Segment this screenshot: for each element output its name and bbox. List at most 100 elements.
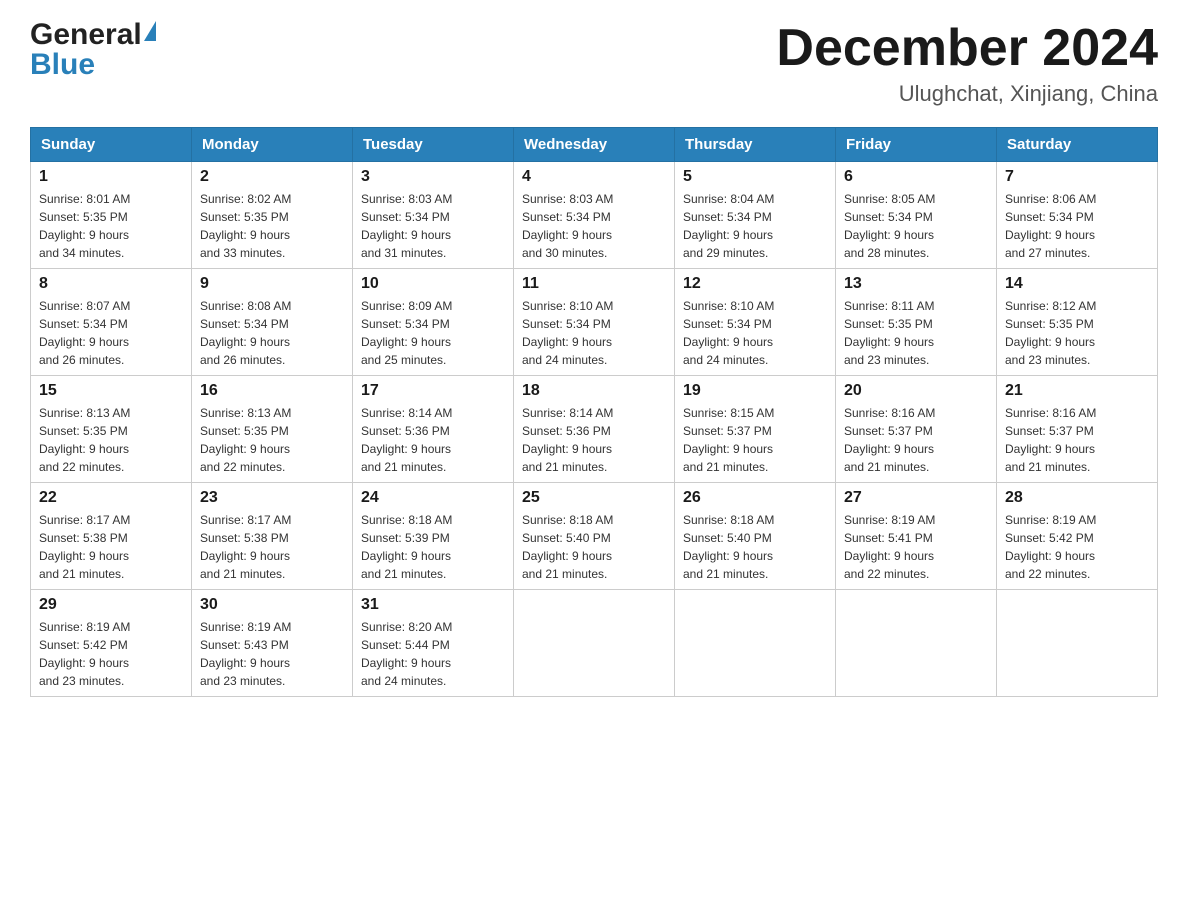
day-number: 27	[844, 489, 988, 507]
header-monday: Monday	[192, 128, 353, 162]
day-info: Sunrise: 8:18 AMSunset: 5:40 PMDaylight:…	[683, 511, 827, 583]
table-row: 22 Sunrise: 8:17 AMSunset: 5:38 PMDayligh…	[31, 483, 192, 590]
day-info: Sunrise: 8:15 AMSunset: 5:37 PMDaylight:…	[683, 404, 827, 476]
day-number: 11	[522, 275, 666, 293]
table-row: 30 Sunrise: 8:19 AMSunset: 5:43 PMDayligh…	[192, 590, 353, 697]
week-row-2: 8 Sunrise: 8:07 AMSunset: 5:34 PMDaylight…	[31, 269, 1158, 376]
day-info: Sunrise: 8:18 AMSunset: 5:39 PMDaylight:…	[361, 511, 505, 583]
table-row: 14 Sunrise: 8:12 AMSunset: 5:35 PMDayligh…	[997, 269, 1158, 376]
day-number: 25	[522, 489, 666, 507]
table-row: 15 Sunrise: 8:13 AMSunset: 5:35 PMDayligh…	[31, 376, 192, 483]
day-info: Sunrise: 8:19 AMSunset: 5:41 PMDaylight:…	[844, 511, 988, 583]
table-row: 8 Sunrise: 8:07 AMSunset: 5:34 PMDaylight…	[31, 269, 192, 376]
logo: General Blue	[30, 20, 156, 80]
calendar-body: 1Sunrise: 8:01 AMSunset: 5:35 PMDaylight…	[31, 162, 1158, 697]
day-info: Sunrise: 8:05 AMSunset: 5:34 PMDaylight:…	[844, 190, 988, 262]
day-number: 3	[361, 168, 505, 186]
table-row: 26Sunrise: 8:18 AMSunset: 5:40 PMDayligh…	[675, 483, 836, 590]
day-info: Sunrise: 8:13 AMSunset: 5:35 PMDaylight:…	[39, 404, 183, 476]
day-number: 2	[200, 168, 344, 186]
subtitle: Ulughchat, Xinjiang, China	[776, 81, 1158, 107]
day-number: 31	[361, 596, 505, 614]
day-info: Sunrise: 8:17 AMSunset: 5:38 PMDaylight:…	[39, 511, 183, 583]
table-row	[836, 590, 997, 697]
table-row	[997, 590, 1158, 697]
day-info: Sunrise: 8:02 AMSunset: 5:35 PMDaylight:…	[200, 190, 344, 262]
day-number: 5	[683, 168, 827, 186]
day-number: 10	[361, 275, 505, 293]
day-number: 15	[39, 382, 183, 400]
week-row-4: 22 Sunrise: 8:17 AMSunset: 5:38 PMDayligh…	[31, 483, 1158, 590]
day-number: 30	[200, 596, 344, 614]
day-number: 24	[361, 489, 505, 507]
day-number: 22	[39, 489, 183, 507]
day-number: 9	[200, 275, 344, 293]
calendar-table: SundayMondayTuesdayWednesdayThursdayFrid…	[30, 127, 1158, 697]
day-number: 28	[1005, 489, 1149, 507]
day-info: Sunrise: 8:09 AMSunset: 5:34 PMDaylight:…	[361, 297, 505, 369]
day-number: 7	[1005, 168, 1149, 186]
table-row: 23Sunrise: 8:17 AMSunset: 5:38 PMDayligh…	[192, 483, 353, 590]
day-info: Sunrise: 8:19 AMSunset: 5:42 PMDaylight:…	[39, 618, 183, 690]
main-title: December 2024	[776, 20, 1158, 77]
logo-general-text: General	[30, 20, 142, 50]
day-number: 18	[522, 382, 666, 400]
calendar-header: SundayMondayTuesdayWednesdayThursdayFrid…	[31, 128, 1158, 162]
day-info: Sunrise: 8:11 AMSunset: 5:35 PMDaylight:…	[844, 297, 988, 369]
table-row: 2 Sunrise: 8:02 AMSunset: 5:35 PMDaylight…	[192, 162, 353, 269]
week-row-3: 15 Sunrise: 8:13 AMSunset: 5:35 PMDayligh…	[31, 376, 1158, 483]
table-row: 17 Sunrise: 8:14 AMSunset: 5:36 PMDayligh…	[353, 376, 514, 483]
day-number: 17	[361, 382, 505, 400]
header-tuesday: Tuesday	[353, 128, 514, 162]
table-row: 29Sunrise: 8:19 AMSunset: 5:42 PMDayligh…	[31, 590, 192, 697]
day-info: Sunrise: 8:03 AMSunset: 5:34 PMDaylight:…	[522, 190, 666, 262]
table-row: 12 Sunrise: 8:10 AMSunset: 5:34 PMDayligh…	[675, 269, 836, 376]
day-info: Sunrise: 8:12 AMSunset: 5:35 PMDaylight:…	[1005, 297, 1149, 369]
logo-arrow-icon	[144, 21, 156, 41]
header-sunday: Sunday	[31, 128, 192, 162]
table-row: 9Sunrise: 8:08 AMSunset: 5:34 PMDaylight…	[192, 269, 353, 376]
day-info: Sunrise: 8:16 AMSunset: 5:37 PMDaylight:…	[844, 404, 988, 476]
table-row: 27 Sunrise: 8:19 AMSunset: 5:41 PMDayligh…	[836, 483, 997, 590]
day-number: 6	[844, 168, 988, 186]
week-row-1: 1Sunrise: 8:01 AMSunset: 5:35 PMDaylight…	[31, 162, 1158, 269]
table-row	[514, 590, 675, 697]
header-friday: Friday	[836, 128, 997, 162]
day-number: 12	[683, 275, 827, 293]
table-row	[675, 590, 836, 697]
day-info: Sunrise: 8:10 AMSunset: 5:34 PMDaylight:…	[683, 297, 827, 369]
day-info: Sunrise: 8:18 AMSunset: 5:40 PMDaylight:…	[522, 511, 666, 583]
table-row: 21Sunrise: 8:16 AMSunset: 5:37 PMDayligh…	[997, 376, 1158, 483]
day-number: 20	[844, 382, 988, 400]
header-thursday: Thursday	[675, 128, 836, 162]
header-saturday: Saturday	[997, 128, 1158, 162]
table-row: 16Sunrise: 8:13 AMSunset: 5:35 PMDayligh…	[192, 376, 353, 483]
table-row: 28 Sunrise: 8:19 AMSunset: 5:42 PMDayligh…	[997, 483, 1158, 590]
day-info: Sunrise: 8:13 AMSunset: 5:35 PMDaylight:…	[200, 404, 344, 476]
day-info: Sunrise: 8:19 AMSunset: 5:42 PMDaylight:…	[1005, 511, 1149, 583]
table-row: 6 Sunrise: 8:05 AMSunset: 5:34 PMDaylight…	[836, 162, 997, 269]
day-number: 8	[39, 275, 183, 293]
table-row: 4 Sunrise: 8:03 AMSunset: 5:34 PMDaylight…	[514, 162, 675, 269]
table-row: 3 Sunrise: 8:03 AMSunset: 5:34 PMDaylight…	[353, 162, 514, 269]
table-row: 31Sunrise: 8:20 AMSunset: 5:44 PMDayligh…	[353, 590, 514, 697]
day-info: Sunrise: 8:10 AMSunset: 5:34 PMDaylight:…	[522, 297, 666, 369]
day-info: Sunrise: 8:06 AMSunset: 5:34 PMDaylight:…	[1005, 190, 1149, 262]
table-row: 24 Sunrise: 8:18 AMSunset: 5:39 PMDayligh…	[353, 483, 514, 590]
table-row: 13 Sunrise: 8:11 AMSunset: 5:35 PMDayligh…	[836, 269, 997, 376]
table-row: 10 Sunrise: 8:09 AMSunset: 5:34 PMDayligh…	[353, 269, 514, 376]
day-info: Sunrise: 8:07 AMSunset: 5:34 PMDaylight:…	[39, 297, 183, 369]
table-row: 25 Sunrise: 8:18 AMSunset: 5:40 PMDayligh…	[514, 483, 675, 590]
day-info: Sunrise: 8:14 AMSunset: 5:36 PMDaylight:…	[361, 404, 505, 476]
day-info: Sunrise: 8:19 AMSunset: 5:43 PMDaylight:…	[200, 618, 344, 690]
day-number: 13	[844, 275, 988, 293]
day-info: Sunrise: 8:03 AMSunset: 5:34 PMDaylight:…	[361, 190, 505, 262]
table-row: 18Sunrise: 8:14 AMSunset: 5:36 PMDayligh…	[514, 376, 675, 483]
day-number: 4	[522, 168, 666, 186]
header-row: SundayMondayTuesdayWednesdayThursdayFrid…	[31, 128, 1158, 162]
day-number: 21	[1005, 382, 1149, 400]
title-section: December 2024 Ulughchat, Xinjiang, China	[776, 20, 1158, 107]
table-row: 19Sunrise: 8:15 AMSunset: 5:37 PMDayligh…	[675, 376, 836, 483]
day-number: 14	[1005, 275, 1149, 293]
table-row: 1Sunrise: 8:01 AMSunset: 5:35 PMDaylight…	[31, 162, 192, 269]
